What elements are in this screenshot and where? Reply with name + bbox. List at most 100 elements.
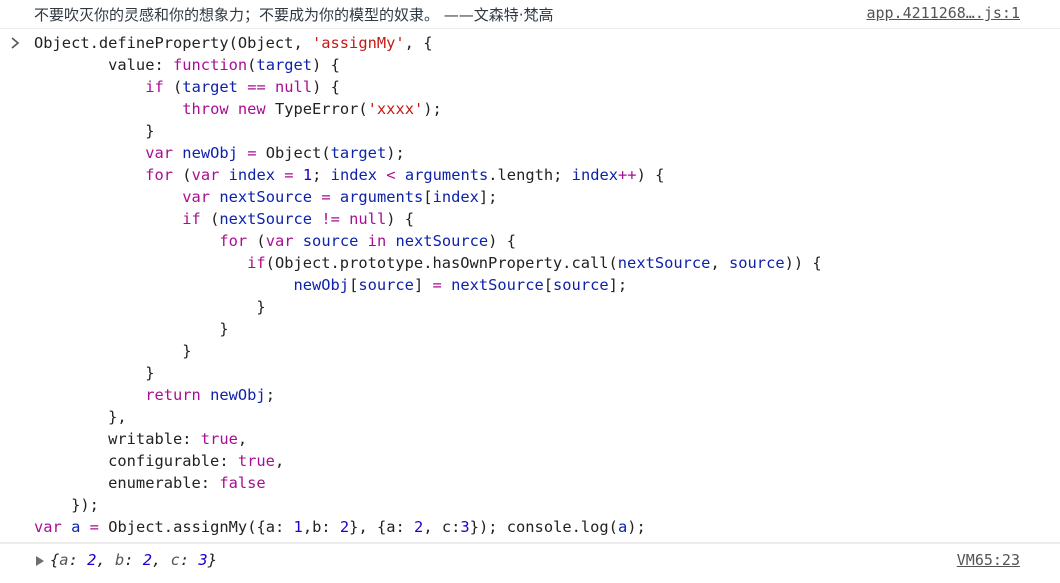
code-text: (Object.prototype.hasOwnProperty.call(	[265, 254, 618, 272]
code-text: (	[200, 210, 220, 228]
code-keyword: ++	[618, 166, 637, 184]
code-text: );	[627, 518, 646, 536]
code-identifier: index	[432, 188, 479, 206]
code-line: for (var index = 1; index < arguments.le…	[34, 164, 822, 186]
code-line: },	[34, 406, 822, 428]
code-line: }	[34, 296, 822, 318]
code-keyword: =	[89, 518, 99, 536]
code-identifier: target	[182, 78, 238, 96]
code-keyword: for	[145, 166, 174, 184]
code-text: }	[34, 342, 192, 360]
code-identifier: source	[553, 276, 609, 294]
code-text: [	[423, 188, 433, 206]
code-line: throw new TypeError('xxxx');	[34, 98, 822, 120]
code-text: ) {	[488, 232, 516, 250]
code-keyword: if	[145, 78, 164, 96]
result-close-brace: }	[207, 551, 217, 569]
code-identifier: nextSource	[219, 188, 313, 206]
code-text: writable:	[34, 430, 201, 448]
code-text: });	[34, 496, 99, 514]
code-line: });	[34, 494, 822, 516]
chevron-right-icon	[11, 37, 20, 49]
code-text: }	[34, 122, 155, 140]
code-line: }	[34, 318, 822, 340]
code-identifier: nextSource	[617, 254, 711, 272]
code-text: }, {a:	[349, 518, 415, 536]
code-line: }	[34, 120, 822, 142]
code-text: Object(	[256, 144, 331, 162]
code-text: }); console.log(	[469, 518, 618, 536]
result-source-link[interactable]: VM65:23	[957, 551, 1020, 569]
result-key: c	[170, 551, 180, 569]
code-keyword: false	[219, 474, 266, 492]
code-keyword: new	[237, 100, 266, 118]
code-keyword: var	[265, 232, 294, 250]
code-line: var nextSource = arguments[index];	[34, 186, 822, 208]
code-text: ,	[237, 430, 248, 448]
code-text: (	[173, 166, 192, 184]
code-identifier: a	[71, 518, 81, 536]
code-text: );	[386, 144, 405, 162]
code-identifier: source	[729, 254, 785, 272]
console-log-message: 不要吹灭你的灵感和你的想象力；不要成为你的模型的奴隶。 ——文森特·梵高 app…	[0, 0, 1060, 29]
code-text: enumerable:	[34, 474, 220, 492]
code-line: }	[34, 362, 822, 384]
code-number: 2	[339, 518, 350, 536]
result-value: 2	[87, 551, 97, 569]
code-keyword: !=	[321, 210, 340, 228]
code-text: },	[34, 408, 127, 426]
code-text: ) {	[312, 78, 340, 96]
code-string: 'assignMy'	[311, 34, 405, 52]
code-line: return newObj;	[34, 384, 822, 406]
code-line: value: function(target) {	[34, 54, 822, 76]
code-keyword: for	[219, 232, 248, 250]
code-identifier: source	[358, 276, 414, 294]
code-text: )) {	[784, 254, 822, 272]
code-text: TypeError(	[265, 100, 368, 118]
code-text: configurable:	[34, 452, 238, 470]
code-block[interactable]: Object.defineProperty(Object, 'assignMy'…	[34, 32, 822, 538]
code-keyword: function	[173, 56, 248, 74]
code-text: ,	[710, 254, 729, 272]
code-line: configurable: true,	[34, 450, 822, 472]
code-number: 3	[460, 518, 470, 536]
code-line: for (var source in nextSource) {	[34, 230, 822, 252]
code-identifier: target	[256, 56, 313, 74]
code-text: .length;	[488, 166, 572, 184]
result-key: b	[114, 551, 125, 569]
code-text: }	[34, 298, 266, 316]
code-identifier: newObj	[293, 276, 350, 294]
result-object-preview[interactable]: {a: 2, b: 2, c: 3}	[50, 551, 217, 569]
code-number: 1	[302, 166, 313, 184]
code-string: 'xxxx'	[367, 100, 424, 118]
code-keyword: var	[191, 166, 220, 184]
code-keyword: var	[145, 144, 174, 162]
code-number: 2	[414, 518, 424, 536]
code-keyword: true	[200, 430, 238, 448]
code-keyword: =	[432, 276, 442, 294]
log-source-link[interactable]: app.4211268….js:1	[866, 4, 1020, 22]
triangle-right-icon[interactable]	[36, 556, 44, 566]
code-line: if (nextSource != null) {	[34, 208, 822, 230]
code-keyword: var	[182, 188, 211, 206]
code-identifier: index	[228, 166, 275, 184]
code-identifier: index	[330, 166, 378, 184]
